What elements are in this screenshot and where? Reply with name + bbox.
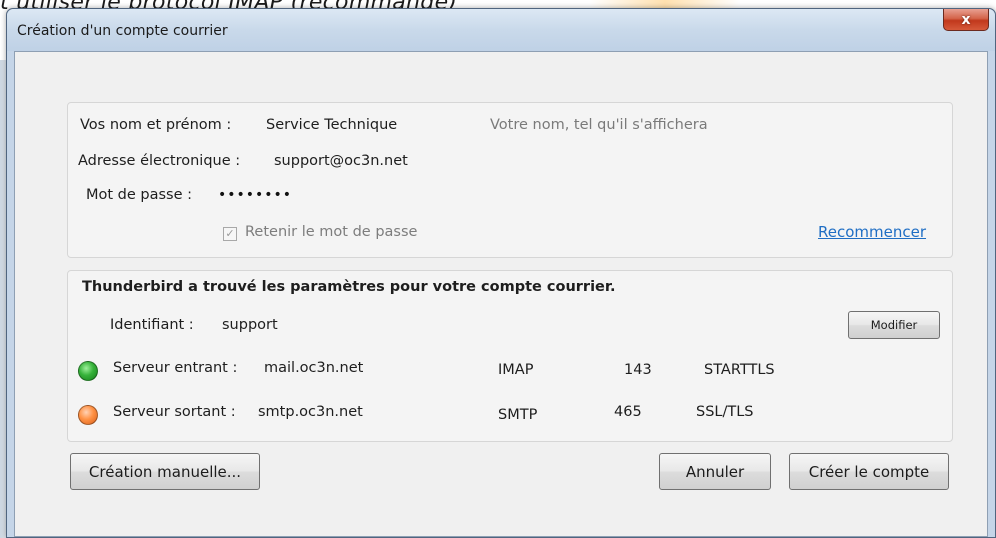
- window-title: Création d'un compte courrier: [17, 23, 228, 39]
- account-setup-dialog: Création d'un compte courrier x Vos nom …: [6, 8, 996, 538]
- title-bar: Création d'un compte courrier x: [7, 9, 995, 51]
- incoming-status-icon: [78, 361, 98, 381]
- create-account-button[interactable]: Créer le compte: [789, 453, 949, 490]
- name-field[interactable]: Service Technique: [266, 117, 397, 133]
- remember-password-checkbox[interactable]: ✓: [223, 227, 237, 241]
- cancel-button[interactable]: Annuler: [659, 453, 771, 490]
- found-settings-group: Thunderbird a trouvé les paramètres pour…: [67, 270, 953, 442]
- incoming-server-host: mail.oc3n.net: [264, 360, 364, 376]
- name-label: Vos nom et prénom :: [80, 117, 232, 133]
- email-label: Adresse électronique :: [78, 153, 241, 169]
- outgoing-server-label: Serveur sortant :: [113, 404, 236, 420]
- close-icon: x: [961, 11, 971, 28]
- dialog-body: Vos nom et prénom : Service Technique Vo…: [14, 51, 988, 537]
- email-field[interactable]: support@oc3n.net: [274, 153, 408, 169]
- username-label: Identifiant :: [110, 317, 194, 333]
- incoming-protocol: IMAP: [498, 362, 534, 378]
- close-button[interactable]: x: [943, 9, 989, 31]
- outgoing-server-host: smtp.oc3n.net: [258, 404, 363, 420]
- cancel-label: Annuler: [685, 462, 745, 481]
- incoming-security: STARTTLS: [704, 362, 775, 378]
- incoming-server-label: Serveur entrant :: [113, 360, 238, 376]
- outgoing-security: SSL/TLS: [696, 404, 754, 420]
- identity-group: Vos nom et prénom : Service Technique Vo…: [67, 102, 953, 258]
- outgoing-protocol: SMTP: [498, 407, 538, 423]
- manual-config-label: Création manuelle...: [88, 462, 242, 481]
- password-field[interactable]: ••••••••: [218, 187, 292, 203]
- found-heading: Thunderbird a trouvé les paramètres pour…: [82, 279, 616, 295]
- name-hint: Votre nom, tel qu'il s'affichera: [490, 117, 708, 133]
- restart-link[interactable]: Recommencer: [818, 223, 926, 241]
- remember-password-label: Retenir le mot de passe: [245, 224, 418, 240]
- outgoing-port: 465: [614, 404, 642, 420]
- checkmark-icon: ✓: [225, 227, 235, 240]
- create-account-label: Créer le compte: [808, 462, 930, 481]
- incoming-port: 143: [624, 362, 652, 378]
- username-value: support: [222, 317, 278, 333]
- password-label: Mot de passe :: [86, 187, 193, 203]
- outgoing-status-icon: [78, 405, 98, 425]
- manual-config-button[interactable]: Création manuelle...: [70, 453, 260, 490]
- modify-button[interactable]: Modifier: [848, 311, 940, 339]
